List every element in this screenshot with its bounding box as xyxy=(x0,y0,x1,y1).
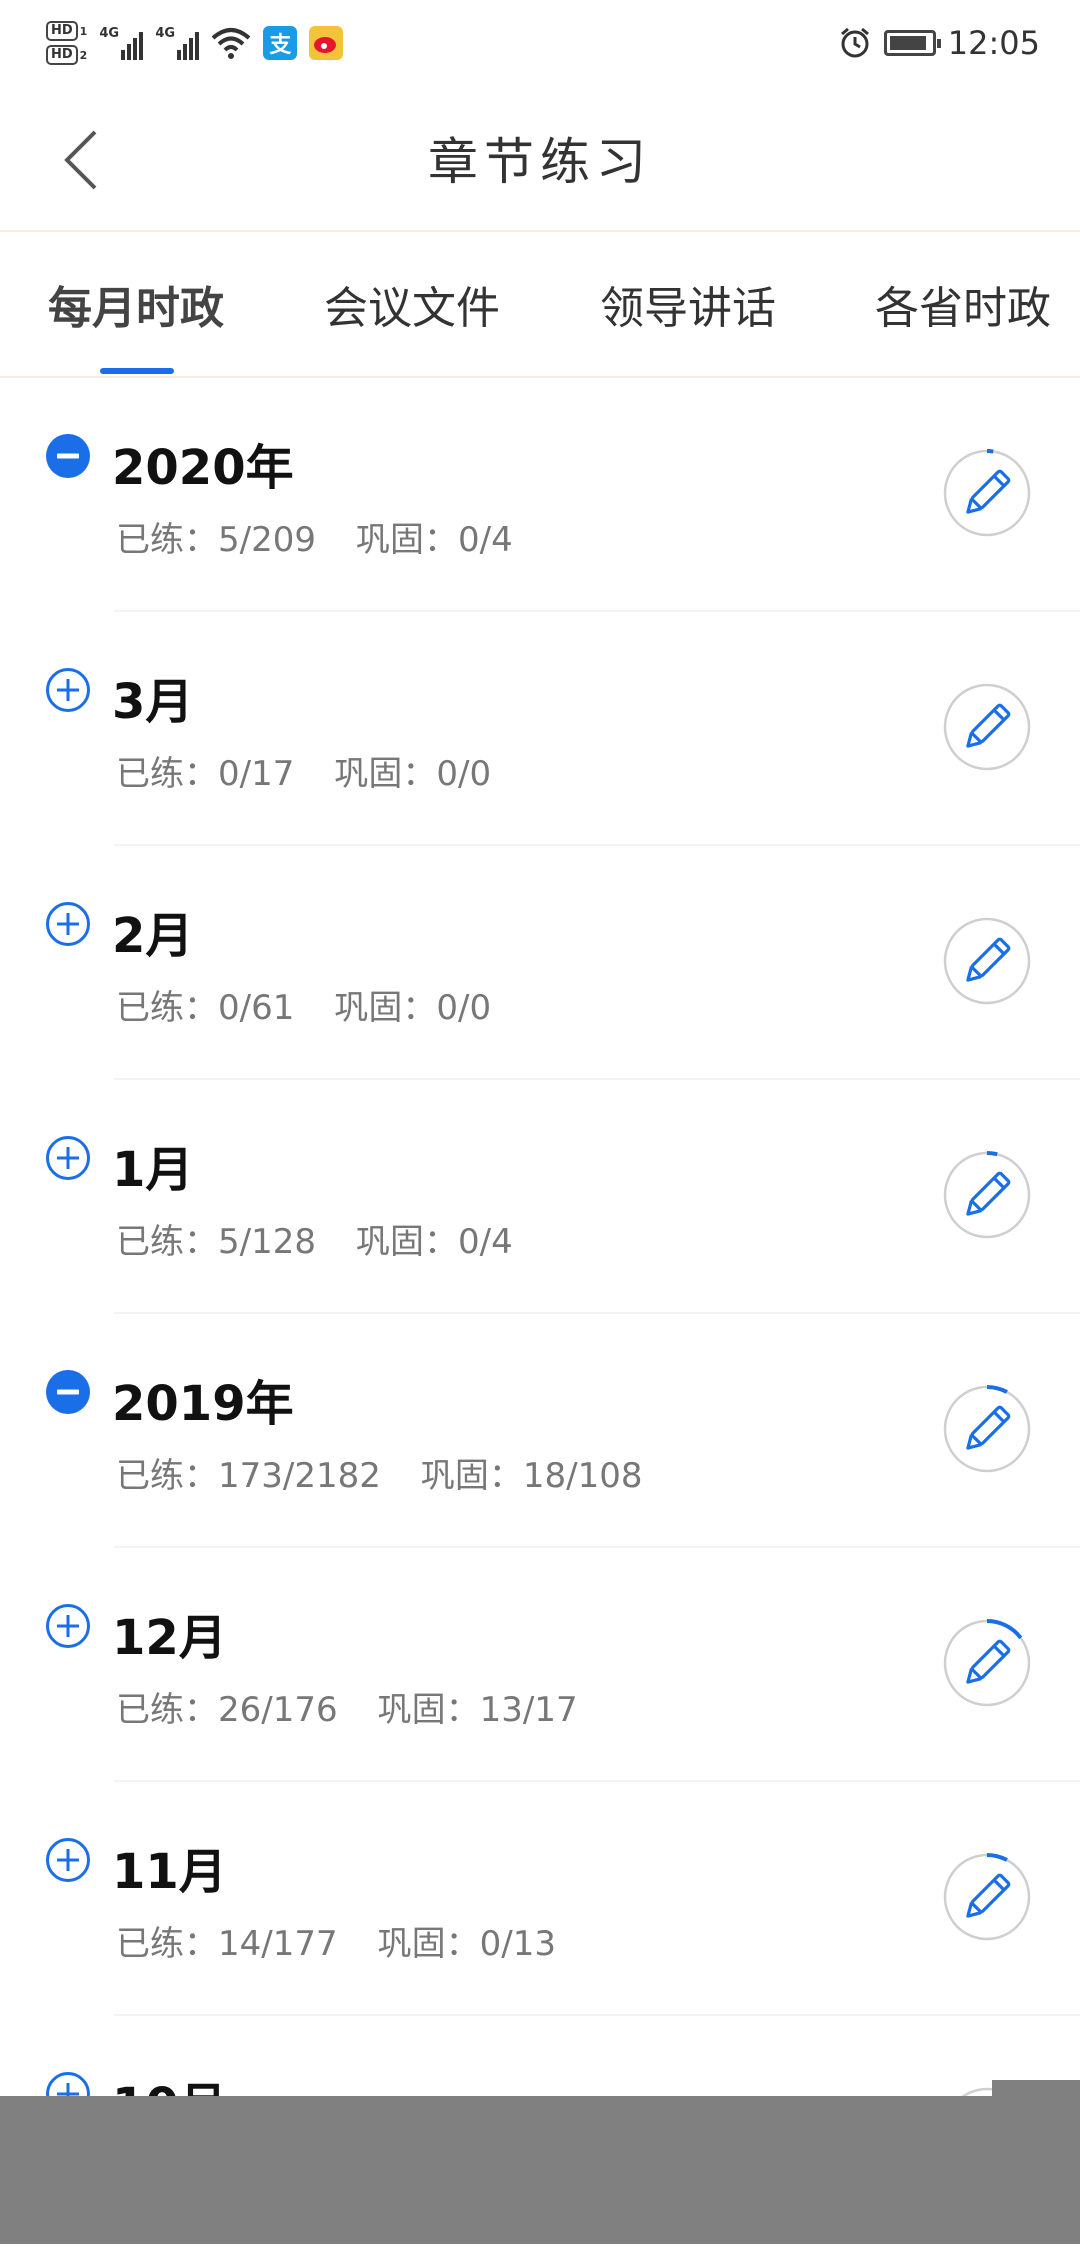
status-bar: HD 1 HD 2 4G 4G 支 12:05 xyxy=(0,0,1080,86)
expand-icon[interactable] xyxy=(44,1836,92,1884)
list-item[interactable]: 2月 已练：0/61 巩固：0/0 xyxy=(0,846,1080,1080)
item-stats: 已练：5/128 巩固：0/4 xyxy=(116,1214,553,1263)
weibo-icon xyxy=(309,26,344,60)
list-item[interactable]: 1月 已练：5/128 巩固：0/4 xyxy=(0,1080,1080,1314)
list-item[interactable]: 12月 已练：26/176 巩固：13/17 xyxy=(0,1548,1080,1782)
tab-provincial-politics[interactable]: 各省时政 xyxy=(875,232,1051,376)
item-title: 1月 xyxy=(112,1142,194,1198)
practice-button[interactable] xyxy=(940,1616,1034,1710)
hd-indicators: HD 1 HD 2 xyxy=(46,21,87,65)
item-title: 2020年 xyxy=(112,440,294,496)
bottom-overlay xyxy=(0,2096,1080,2244)
consolidated-count: 巩固：0/4 xyxy=(355,520,513,560)
tab-meeting-documents[interactable]: 会议文件 xyxy=(324,232,500,376)
status-left: HD 1 HD 2 4G 4G 支 xyxy=(46,21,344,65)
consolidated-count: 巩固：13/17 xyxy=(377,1690,578,1730)
plus-circle-icon xyxy=(46,1838,90,1882)
plus-circle-icon xyxy=(46,668,90,712)
page-title: 章节练习 xyxy=(428,133,652,191)
consolidated-count: 巩固：18/108 xyxy=(420,1456,643,1496)
pencil-progress-icon xyxy=(943,683,1031,771)
signal-2-icon: 4G xyxy=(155,26,200,60)
consolidated-count: 巩固：0/0 xyxy=(334,754,492,794)
back-button[interactable] xyxy=(46,122,116,198)
collapse-icon[interactable] xyxy=(44,1368,92,1416)
plus-circle-icon xyxy=(46,902,90,946)
consolidated-count: 巩固：0/13 xyxy=(377,1924,556,1964)
tab-label: 领导讲话 xyxy=(600,283,776,334)
practiced-count: 已练：5/128 xyxy=(116,1222,316,1262)
battery-icon xyxy=(883,30,941,56)
practiced-count: 已练：14/177 xyxy=(116,1924,338,1964)
practiced-count: 已练：173/2182 xyxy=(116,1456,381,1496)
item-stats: 已练：173/2182 巩固：18/108 xyxy=(116,1448,683,1497)
hd-2-indicator: HD 2 xyxy=(46,45,87,65)
wifi-icon xyxy=(212,28,251,59)
pencil-progress-icon xyxy=(943,917,1031,1005)
list-item[interactable]: 2019年 已练：173/2182 巩固：18/108 xyxy=(0,1314,1080,1548)
signal-icon: 4G xyxy=(99,26,144,60)
minus-circle-icon xyxy=(46,1370,90,1414)
category-tabs: 每月时政 会议文件 领导讲话 各省时政 xyxy=(0,232,1080,378)
consolidated-count: 巩固：0/4 xyxy=(355,1222,513,1262)
tab-active-indicator xyxy=(100,368,174,374)
practice-button[interactable] xyxy=(940,1850,1034,1944)
hd-1-indicator: HD 1 xyxy=(46,21,87,41)
battery-fill xyxy=(889,36,926,50)
practiced-count: 已练：5/209 xyxy=(116,520,316,560)
expand-icon[interactable] xyxy=(44,900,92,948)
tab-monthly-politics[interactable]: 每月时政 xyxy=(48,232,224,376)
chevron-left-icon xyxy=(64,130,97,190)
practiced-count: 已练：0/61 xyxy=(116,988,295,1028)
tab-leader-speeches[interactable]: 领导讲话 xyxy=(600,232,776,376)
minus-circle-icon xyxy=(46,434,90,478)
expand-icon[interactable] xyxy=(44,666,92,714)
network-type-1: 4G xyxy=(99,26,120,41)
practice-button[interactable] xyxy=(940,680,1034,774)
practiced-count: 已练：26/176 xyxy=(116,1690,338,1730)
expand-icon[interactable] xyxy=(44,1134,92,1182)
item-stats: 已练：0/61 巩固：0/0 xyxy=(116,980,531,1029)
tab-label: 会议文件 xyxy=(324,283,500,334)
title-bar: 章节练习 xyxy=(0,86,1080,232)
practice-button[interactable] xyxy=(940,1382,1034,1476)
hd-1-label: HD xyxy=(46,21,78,41)
clock: 12:05 xyxy=(947,24,1040,62)
expand-icon[interactable] xyxy=(44,1602,92,1650)
practice-button[interactable] xyxy=(940,914,1034,1008)
consolidated-count: 巩固：0/0 xyxy=(334,988,492,1028)
item-stats: 已练：5/209 巩固：0/4 xyxy=(116,512,553,561)
hd-2-label: HD xyxy=(46,45,78,65)
list-item[interactable]: 11月 已练：14/177 巩固：0/13 xyxy=(0,1782,1080,2016)
practice-button[interactable] xyxy=(940,446,1034,540)
item-title: 11月 xyxy=(112,1844,227,1900)
list-item[interactable]: 2020年 已练：5/209 巩固：0/4 xyxy=(0,378,1080,612)
pencil-progress-icon xyxy=(943,1151,1031,1239)
collapse-icon[interactable] xyxy=(44,432,92,480)
practice-button[interactable] xyxy=(940,1148,1034,1242)
pencil-progress-icon xyxy=(943,449,1031,537)
alarm-icon xyxy=(840,27,869,58)
practiced-count: 已练：0/17 xyxy=(116,754,295,794)
alipay-icon: 支 xyxy=(263,26,298,60)
list-item[interactable]: 3月 已练：0/17 巩固：0/0 xyxy=(0,612,1080,846)
pencil-progress-icon xyxy=(943,1853,1031,1941)
status-right: 12:05 xyxy=(838,24,1040,62)
item-stats: 已练：26/176 巩固：13/17 xyxy=(116,1682,618,1731)
plus-circle-icon xyxy=(46,1136,90,1180)
item-title: 2019年 xyxy=(112,1376,294,1432)
pencil-progress-icon xyxy=(943,1619,1031,1707)
network-type-2: 4G xyxy=(155,26,176,41)
item-title: 12月 xyxy=(112,1610,227,1666)
pencil-progress-icon xyxy=(943,1385,1031,1473)
item-title: 2月 xyxy=(112,908,194,964)
tab-label: 各省时政 xyxy=(875,283,1051,334)
tab-label: 每月时政 xyxy=(48,283,224,334)
item-stats: 已练：0/17 巩固：0/0 xyxy=(116,746,531,795)
item-title: 3月 xyxy=(112,674,194,730)
chapter-list: 2020年 已练：5/209 巩固：0/4 3月 已练：0/17 巩固：0/0 2月… xyxy=(0,378,1080,2250)
item-stats: 已练：14/177 巩固：0/13 xyxy=(116,1916,596,1965)
plus-circle-icon xyxy=(46,1604,90,1648)
